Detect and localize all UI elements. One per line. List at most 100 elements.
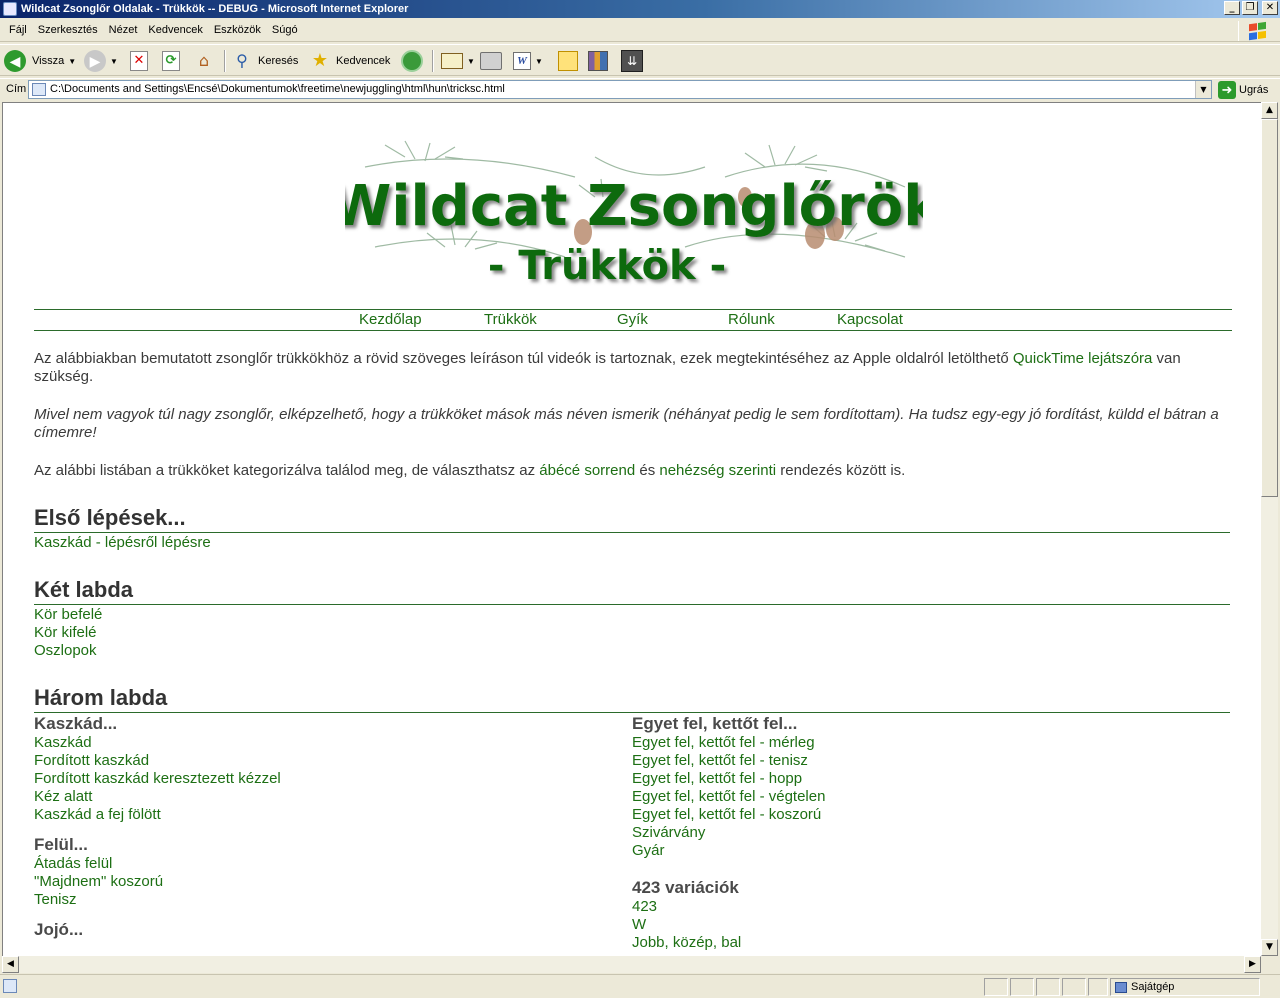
nav-tricks-link[interactable]: Trükkök (484, 311, 537, 328)
nav-faq-link[interactable]: Gyík (617, 311, 648, 328)
trick-link[interactable]: Egyet fel, kettőt fel - mérleg (632, 734, 825, 752)
section-heading-first-steps: Első lépések... (34, 504, 1230, 533)
nav-top-rule (34, 309, 1232, 310)
intro-paragraph-1: Az alábbiakban bemutatott zsonglőr trükk… (34, 350, 1234, 386)
menu-view[interactable]: Nézet (104, 24, 144, 36)
discuss-button[interactable] (558, 49, 578, 73)
trick-link[interactable]: "Majdnem" koszorú (34, 873, 281, 891)
address-dropdown-icon[interactable]: ▼ (1195, 81, 1211, 98)
section-heading-three-balls: Három labda (34, 684, 1230, 713)
windows-logo-icon (1238, 21, 1276, 41)
status-pane (1062, 978, 1086, 996)
trick-link[interactable]: Gyár (632, 842, 825, 860)
vertical-scroll-thumb[interactable] (1261, 119, 1278, 497)
scroll-right-icon[interactable]: ▶ (1244, 956, 1261, 973)
trick-link[interactable]: Jobb, közép, bal (632, 934, 825, 952)
alphabetical-order-link[interactable]: ábécé sorrend (539, 462, 635, 479)
close-button[interactable]: ✕ (1262, 1, 1278, 15)
back-dropdown-icon[interactable]: ▼ (68, 57, 76, 66)
ie-page-icon (3, 2, 17, 16)
menu-favorites[interactable]: Kedvencek (143, 24, 208, 36)
page-viewport[interactable]: Wildcat Zsonglőrök - Trükkök - Kezdőlap … (2, 102, 1261, 956)
vertical-scrollbar[interactable]: ▲ ▼ (1261, 102, 1278, 956)
trick-link[interactable]: Oszlopok (34, 642, 102, 660)
quicktime-link[interactable]: QuickTime lejátszóra (1013, 350, 1152, 367)
forward-dropdown-icon[interactable]: ▼ (110, 57, 118, 66)
trick-link[interactable]: Átadás felül (34, 855, 281, 873)
home-button[interactable]: ⌂ (193, 49, 215, 73)
page-icon (32, 83, 46, 96)
scroll-left-icon[interactable]: ◀ (2, 956, 19, 973)
stop-button[interactable]: ✕ (130, 49, 148, 73)
back-arrow-icon: ◀ (4, 50, 26, 72)
trick-link[interactable]: Egyet fel, kettőt fel - végtelen (632, 788, 825, 806)
first-steps-list: Kaszkád - lépésről lépésre (34, 534, 211, 552)
trick-link[interactable]: Szivárvány (632, 824, 825, 842)
trick-link[interactable]: Tenisz (34, 891, 281, 909)
messenger-icon: ⇊ (621, 50, 643, 72)
go-button[interactable]: ➜ Ugrás (1218, 81, 1268, 99)
minimize-button[interactable]: _ (1224, 1, 1240, 15)
site-banner: Wildcat Zsonglőrök - Trükkök - (345, 140, 923, 289)
banner-title: Wildcat Zsonglőrök (345, 174, 923, 239)
scroll-up-icon[interactable]: ▲ (1261, 102, 1278, 119)
refresh-button[interactable]: ⟳ (162, 49, 180, 73)
banner-subtitle: - Trükkök - (488, 243, 726, 289)
menu-tools[interactable]: Eszközök (209, 24, 267, 36)
trick-link[interactable]: Egyet fel, kettőt fel - tenisz (632, 752, 825, 770)
trick-link[interactable]: Egyet fel, kettőt fel - hopp (632, 770, 825, 788)
trick-link[interactable]: W (632, 916, 825, 934)
address-bar: Cím C:\Documents and Settings\Encsé\Doku… (0, 78, 1280, 100)
edit-dropdown-icon[interactable]: ▼ (535, 57, 543, 66)
edit-button[interactable]: W ▼ (513, 49, 543, 73)
trick-link[interactable]: Fordított kaszkád keresztezett kézzel (34, 770, 281, 788)
maximize-button[interactable]: ❐ (1242, 1, 1258, 15)
history-button[interactable] (401, 49, 423, 73)
scrollbar-corner (1261, 956, 1278, 973)
trick-link[interactable]: Kaszkád (34, 734, 281, 752)
nav-bottom-rule (34, 330, 1232, 331)
back-button[interactable]: ◀ Vissza ▼ (4, 49, 76, 73)
subheading-one-up-two-up: Egyet fel, kettőt fel... (632, 714, 798, 733)
trick-link[interactable]: Kör befelé (34, 606, 102, 624)
mail-button[interactable]: ▼ (441, 49, 475, 73)
page-status-icon (3, 979, 17, 993)
menu-edit[interactable]: Szerkesztés (33, 24, 104, 36)
nav-about-link[interactable]: Rólunk (728, 311, 775, 328)
address-url[interactable]: C:\Documents and Settings\Encsé\Dokument… (50, 83, 505, 95)
mail-dropdown-icon[interactable]: ▼ (467, 57, 475, 66)
browser-window: Wildcat Zsonglőr Oldalak - Trükkök -- DE… (0, 0, 1280, 998)
trick-link[interactable]: 423 (632, 898, 825, 916)
status-pane (984, 978, 1008, 996)
address-input[interactable]: C:\Documents and Settings\Encsé\Dokument… (28, 80, 1212, 99)
menu-file[interactable]: Fájl (4, 24, 33, 36)
trick-link[interactable]: Kaszkád a fej fölött (34, 806, 281, 824)
nav-home-link[interactable]: Kezdőlap (359, 311, 422, 328)
trick-link[interactable]: Kör kifelé (34, 624, 102, 642)
trick-link[interactable]: Egyet fel, kettőt fel - koszorú (632, 806, 825, 824)
subheading-yoyo: Jojó... (34, 920, 84, 939)
intro-paragraph-2: Mivel nem vagyok túl nagy zsonglőr, elké… (34, 406, 1219, 441)
favorites-button[interactable]: ★ Kedvencek (309, 49, 391, 73)
trick-link[interactable]: Kéz alatt (34, 788, 281, 806)
word-icon: W (513, 52, 531, 70)
horizontal-scrollbar[interactable]: ◀ ▶ (2, 956, 1261, 973)
status-bar: Sajátgép (0, 974, 1280, 998)
search-button[interactable]: ⚲ Keresés (232, 49, 298, 73)
nav-contact-link[interactable]: Kapcsolat (837, 311, 903, 328)
forward-button[interactable]: ▶ ▼ (84, 49, 118, 73)
two-balls-list: Kör befelé Kör kifelé Oszlopok (34, 606, 102, 660)
print-button[interactable] (480, 49, 502, 73)
research-button[interactable] (588, 49, 608, 73)
subheading-423-variations: 423 variációk (632, 878, 739, 897)
messenger-button[interactable]: ⇊ (621, 49, 643, 73)
intro-text: rendezés között is. (776, 462, 906, 479)
menu-help[interactable]: Súgó (267, 24, 304, 36)
history-icon (401, 50, 423, 72)
address-label: Cím (6, 83, 27, 95)
go-label: Ugrás (1239, 84, 1269, 96)
trick-link[interactable]: Fordított kaszkád (34, 752, 281, 770)
difficulty-order-link[interactable]: nehézség szerinti (659, 462, 776, 479)
scroll-down-icon[interactable]: ▼ (1261, 939, 1278, 956)
trick-link[interactable]: Kaszkád - lépésről lépésre (34, 534, 211, 552)
